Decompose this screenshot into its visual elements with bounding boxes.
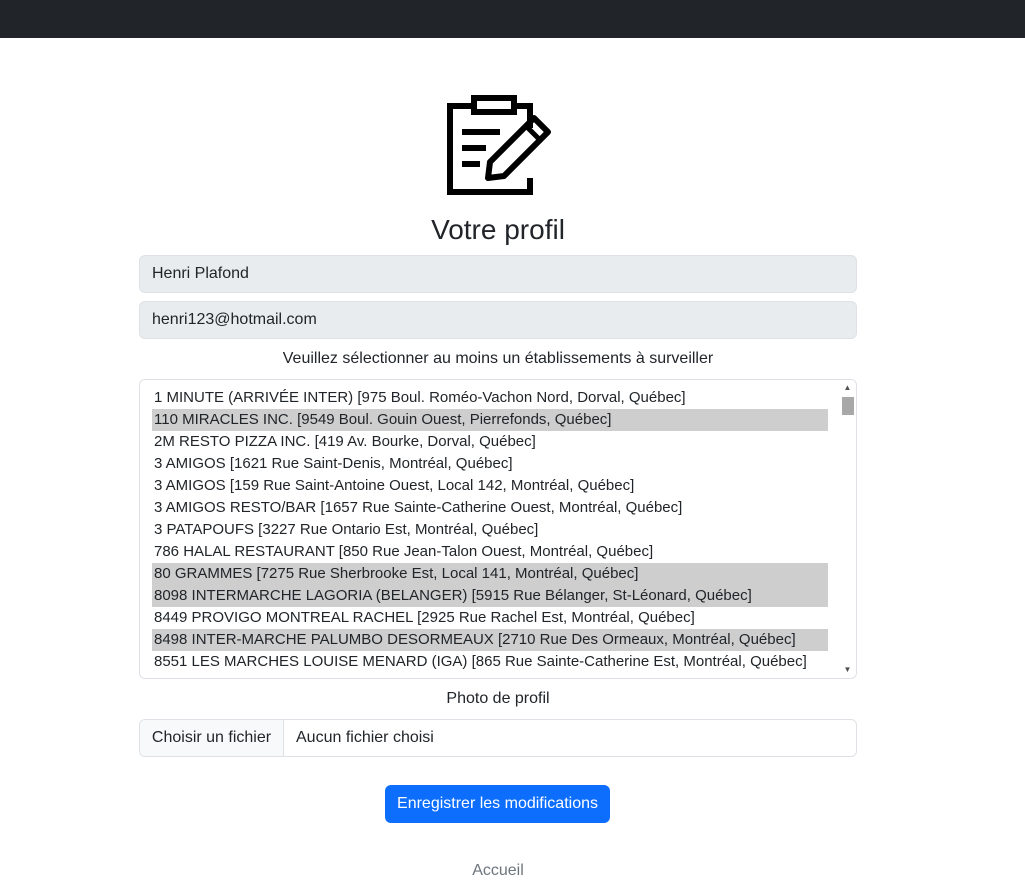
establishment-option[interactable]: 786 HALAL RESTAURANT [850 Rue Jean-Talon… — [152, 541, 828, 563]
choose-file-button[interactable]: Choisir un fichier — [140, 720, 284, 756]
file-status-text: Aucun fichier choisi — [296, 729, 434, 746]
establishment-option[interactable]: 3 AMIGOS RESTO/BAR [1657 Rue Sainte-Cath… — [152, 497, 828, 519]
home-link[interactable]: Accueil — [139, 860, 857, 882]
name-field[interactable]: Henri Plafond — [139, 255, 857, 293]
top-navbar — [0, 0, 1025, 38]
profile-photo-file-input[interactable]: Choisir un fichier Aucun fichier choisi — [139, 719, 857, 757]
scroll-up-arrow-icon[interactable]: ▲ — [840, 381, 855, 395]
establishment-option[interactable]: 110 MIRACLES INC. [9549 Boul. Gouin Oues… — [152, 409, 828, 431]
establishments-multiselect[interactable]: 1 MINUTE (ARRIVÉE INTER) [975 Boul. Romé… — [139, 379, 857, 679]
establishment-option[interactable]: 3 AMIGOS [1621 Rue Saint-Denis, Montréal… — [152, 453, 828, 475]
listbox-scrollbar[interactable]: ▲ ▼ — [840, 381, 855, 677]
establishment-option[interactable]: 8449 PROVIGO MONTREAL RACHEL [2925 Rue R… — [152, 607, 828, 629]
establishment-option[interactable]: 3 AMIGOS [159 Rue Saint-Antoine Ouest, L… — [152, 475, 828, 497]
page-title: Votre profil — [431, 214, 565, 245]
establishment-option[interactable]: 1 MINUTE (ARRIVÉE INTER) [975 Boul. Romé… — [152, 387, 828, 409]
email-field[interactable]: henri123@hotmail.com — [139, 301, 857, 339]
establishment-option[interactable]: 8098 INTERMARCHE LAGORIA (BELANGER) [591… — [152, 585, 828, 607]
scroll-down-arrow-icon[interactable]: ▼ — [840, 663, 855, 677]
establishment-option[interactable]: 2M RESTO PIZZA INC. [419 Av. Bourke, Dor… — [152, 431, 828, 453]
establishment-option[interactable]: 8498 INTER-MARCHE PALUMBO DESORMEAUX [27… — [152, 629, 828, 651]
scroll-thumb[interactable] — [842, 397, 854, 415]
save-changes-button[interactable]: Enregistrer les modifications — [385, 785, 610, 823]
establishment-option[interactable]: 80 GRAMMES [7275 Rue Sherbrooke Est, Loc… — [152, 563, 828, 585]
photo-label: Photo de profil — [446, 690, 550, 707]
clipboard-edit-icon — [447, 95, 551, 195]
establishment-option[interactable]: 8551 LES MARCHES LOUISE MENARD (IGA) [86… — [152, 651, 828, 673]
establishments-options: 1 MINUTE (ARRIVÉE INTER) [975 Boul. Romé… — [152, 387, 828, 673]
establishments-label: Veuillez sélectionner au moins un établi… — [282, 350, 714, 367]
establishment-option[interactable]: 3 PATAPOUFS [3227 Rue Ontario Est, Montr… — [152, 519, 828, 541]
